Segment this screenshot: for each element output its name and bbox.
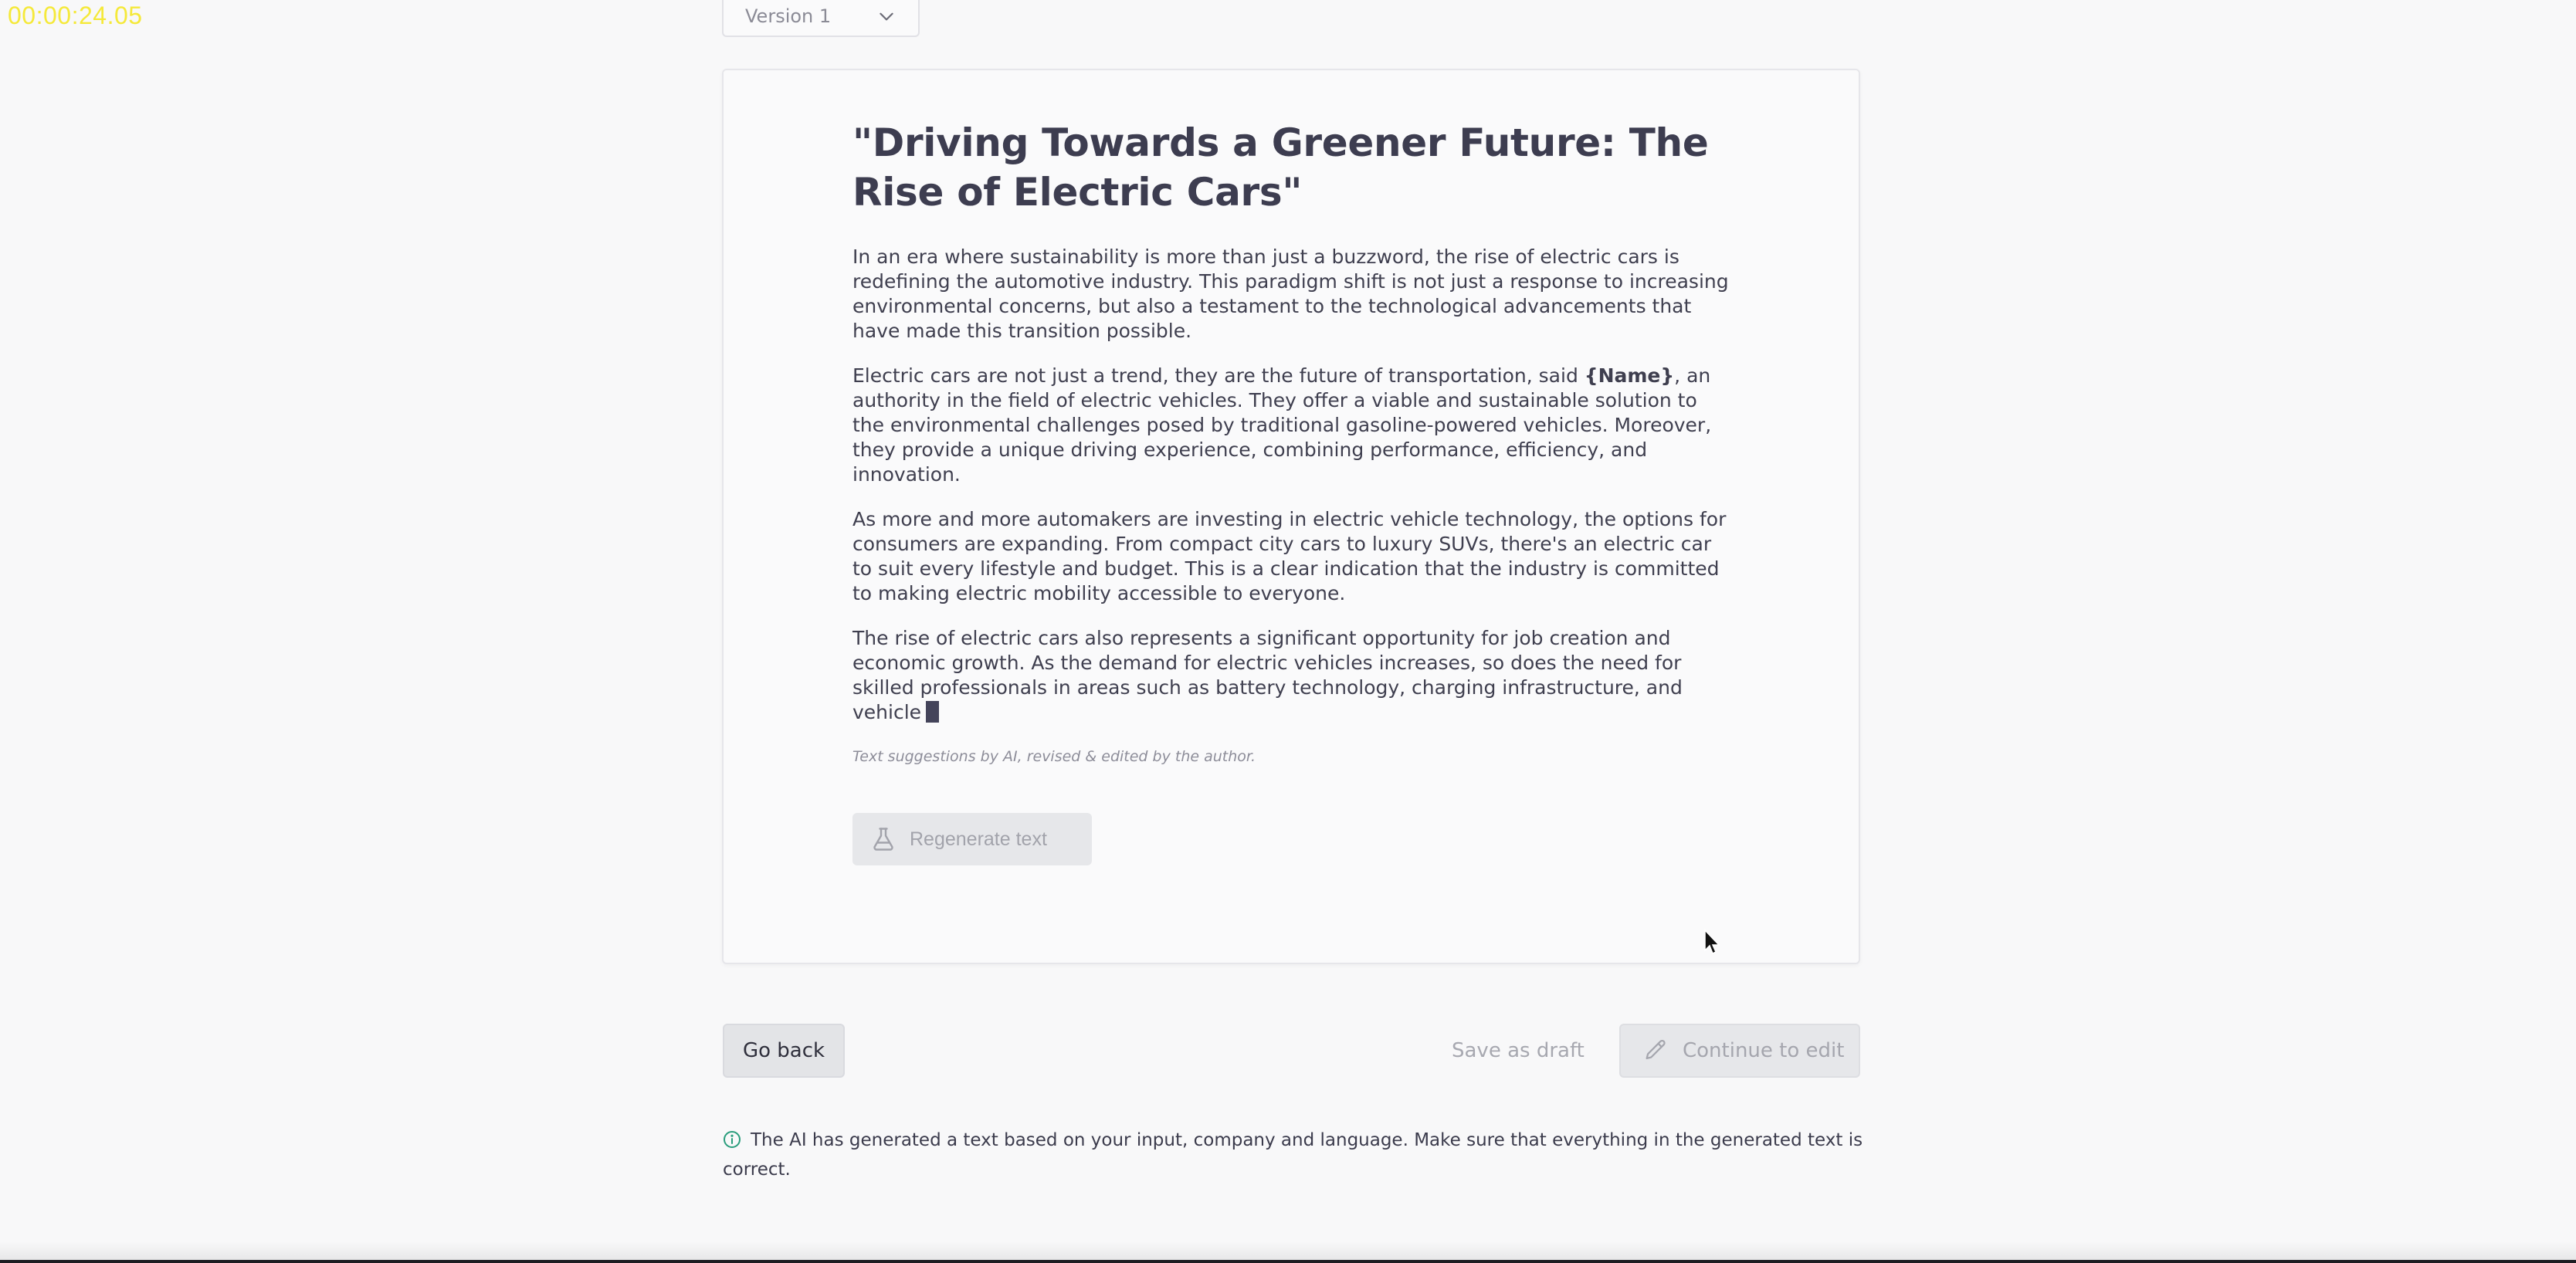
save-as-draft-button[interactable]: Save as draft	[1452, 1024, 1585, 1078]
name-placeholder: {Name}	[1584, 364, 1675, 387]
continue-to-edit-label: Continue to edit	[1683, 1039, 1845, 1062]
version-select[interactable]: Version 1	[722, 0, 920, 37]
chevron-down-icon	[880, 12, 893, 21]
generated-text-card: "Driving Towards a Greener Future: The R…	[722, 69, 1860, 964]
flask-icon	[873, 828, 893, 851]
article-paragraph: The rise of electric cars also represent…	[852, 626, 1733, 725]
version-select-value: Version 1	[745, 5, 832, 27]
typing-cursor	[926, 701, 940, 723]
article-paragraph: Electric cars are not just a trend, they…	[852, 364, 1733, 487]
pencil-icon	[1646, 1039, 1666, 1060]
article-paragraph: In an era where sustainability is more t…	[852, 245, 1729, 342]
recording-timer: 00:00:24.05	[8, 2, 143, 29]
ai-info-text: The AI has generated a text based on you…	[723, 1130, 1863, 1180]
article-title: "Driving Towards a Greener Future: The R…	[852, 120, 1709, 215]
ai-disclaimer: Text suggestions by AI, revised & edited…	[852, 748, 1256, 765]
info-icon	[724, 1131, 741, 1148]
article-text: Electric cars are not just a trend, they…	[852, 364, 1585, 387]
regenerate-text-button[interactable]: Regenerate text	[852, 813, 1092, 865]
article-paragraph: As more and more automakers are investin…	[852, 508, 1727, 604]
bottom-edge	[0, 1260, 2576, 1263]
article-text: The rise of electric cars also represent…	[852, 627, 1683, 723]
go-back-button[interactable]: Go back	[723, 1024, 845, 1078]
generated-article[interactable]: "Driving Towards a Greener Future: The R…	[852, 118, 1733, 765]
ai-info-notice: The AI has generated a text based on you…	[723, 1126, 1866, 1184]
continue-to-edit-button[interactable]: Continue to edit	[1619, 1024, 1860, 1078]
mouse-pointer-icon	[1704, 929, 1720, 955]
regenerate-text-label: Regenerate text	[910, 828, 1047, 850]
